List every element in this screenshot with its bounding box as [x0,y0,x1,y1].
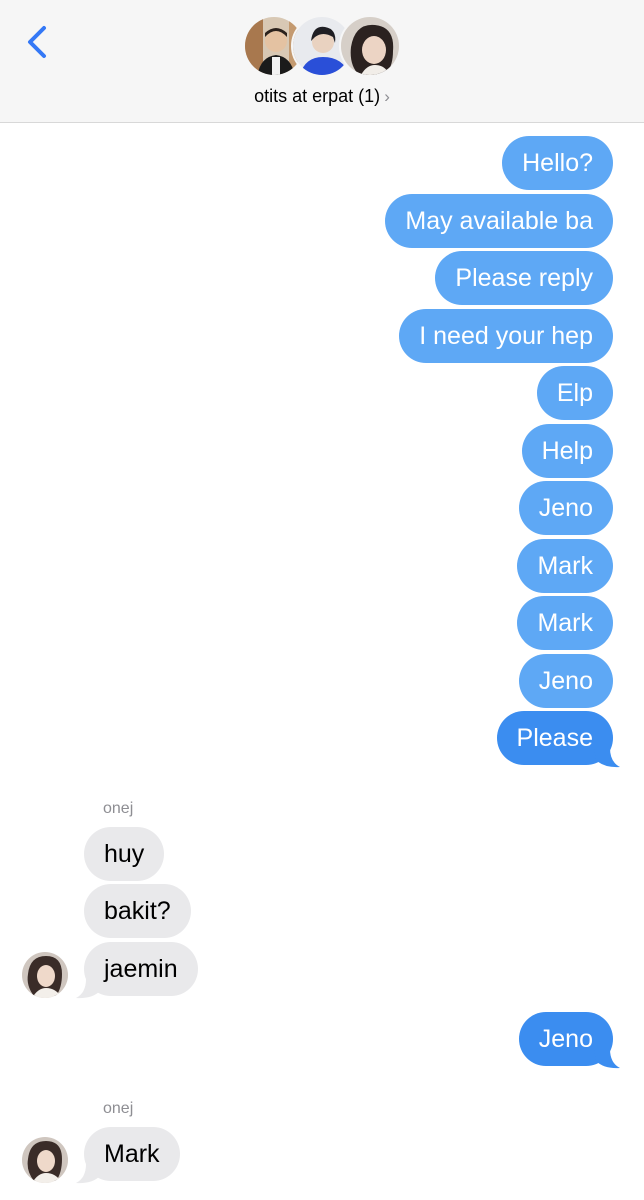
outgoing-message[interactable]: May available ba [385,194,613,248]
sender-name: onej [103,1100,134,1117]
conversation-title[interactable]: otits at erpat (1) › [0,86,644,107]
bubble-tail-icon [594,748,620,768]
chevron-left-icon [28,26,46,58]
bubble-tail-icon [76,979,102,999]
outgoing-message[interactable]: Mark [517,539,613,593]
back-button[interactable] [18,20,54,64]
outgoing-message[interactable]: Jeno [518,481,613,535]
outgoing-message[interactable]: Please reply [435,251,613,305]
outgoing-message[interactable]: Mark [517,596,613,650]
outgoing-message[interactable]: Help [521,424,613,478]
incoming-message[interactable]: bakit? [84,884,191,938]
member-avatar-3 [339,15,401,77]
group-avatars[interactable] [243,15,403,79]
sender-avatar[interactable] [22,952,68,998]
outgoing-message[interactable]: Elp [536,366,613,420]
conversation-header: otits at erpat (1) › [0,0,644,123]
bubble-tail-icon [76,1164,102,1184]
sender-avatar[interactable] [22,1137,68,1183]
incoming-message[interactable]: huy [84,827,165,881]
sender-name: onej [103,800,134,817]
conversation-title-text: otits at erpat (1) [254,86,381,106]
outgoing-message[interactable]: Hello? [502,136,613,190]
outgoing-message[interactable]: Jeno [518,654,613,708]
outgoing-message[interactable]: I need your hep [399,309,613,363]
chevron-right-icon: › [384,87,390,106]
bubble-tail-icon [594,1049,620,1069]
